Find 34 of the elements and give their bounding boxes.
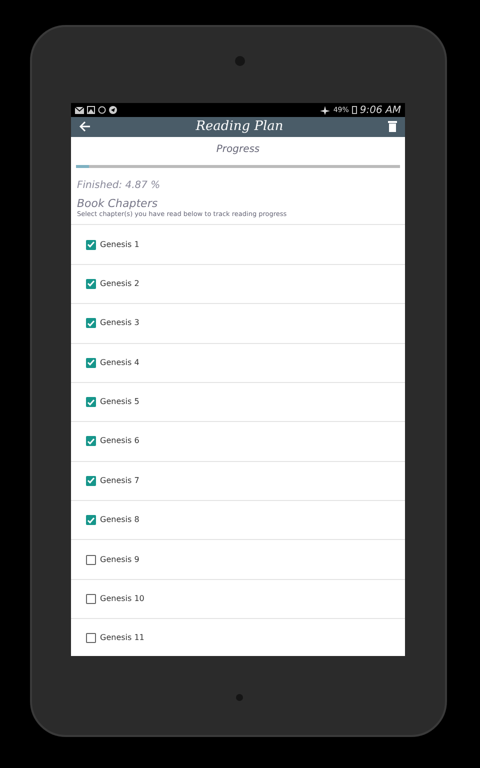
chapter-label: Genesis 6 [100, 435, 140, 448]
checkbox[interactable] [86, 278, 96, 289]
checkbox[interactable] [86, 397, 96, 408]
checkbox[interactable] [86, 318, 96, 328]
chat-icon [98, 106, 106, 114]
battery-icon [352, 106, 357, 114]
checkbox[interactable] [86, 594, 96, 604]
checkbox[interactable] [86, 476, 96, 486]
back-arrow-icon[interactable] [79, 121, 91, 132]
image-icon [87, 106, 95, 114]
trash-icon[interactable] [388, 121, 397, 132]
section-title: Book Chapters [77, 198, 159, 210]
mail-icon [75, 106, 84, 114]
checkbox[interactable] [86, 554, 96, 565]
chapter-label: Genesis 2 [100, 278, 140, 290]
chapter-label: Genesis 9 [100, 554, 140, 566]
checkbox[interactable] [86, 633, 96, 644]
clock-time: 9:06 AM [360, 104, 401, 118]
chapter-label: Genesis 1 [100, 238, 140, 251]
chapter-label: Genesis 4 [100, 356, 140, 369]
toolbar-title: Reading Plan [194, 118, 284, 136]
send-icon [109, 106, 117, 114]
chapter-label: Genesis 7 [100, 474, 140, 487]
checkbox[interactable] [86, 240, 96, 250]
checkbox[interactable] [86, 515, 96, 526]
chapter-label: Genesis 10 [100, 593, 144, 606]
progress-label: Progress [215, 142, 261, 156]
checkbox[interactable] [86, 436, 96, 446]
chapter-label: Genesis 3 [100, 317, 140, 330]
chapter-label: Genesis 11 [100, 632, 144, 644]
checkbox[interactable] [86, 358, 96, 368]
chapter-label: Genesis 5 [100, 396, 140, 408]
finished-percent: Finished: 4.87 % [77, 178, 162, 192]
chapter-label: Genesis 8 [100, 514, 140, 526]
